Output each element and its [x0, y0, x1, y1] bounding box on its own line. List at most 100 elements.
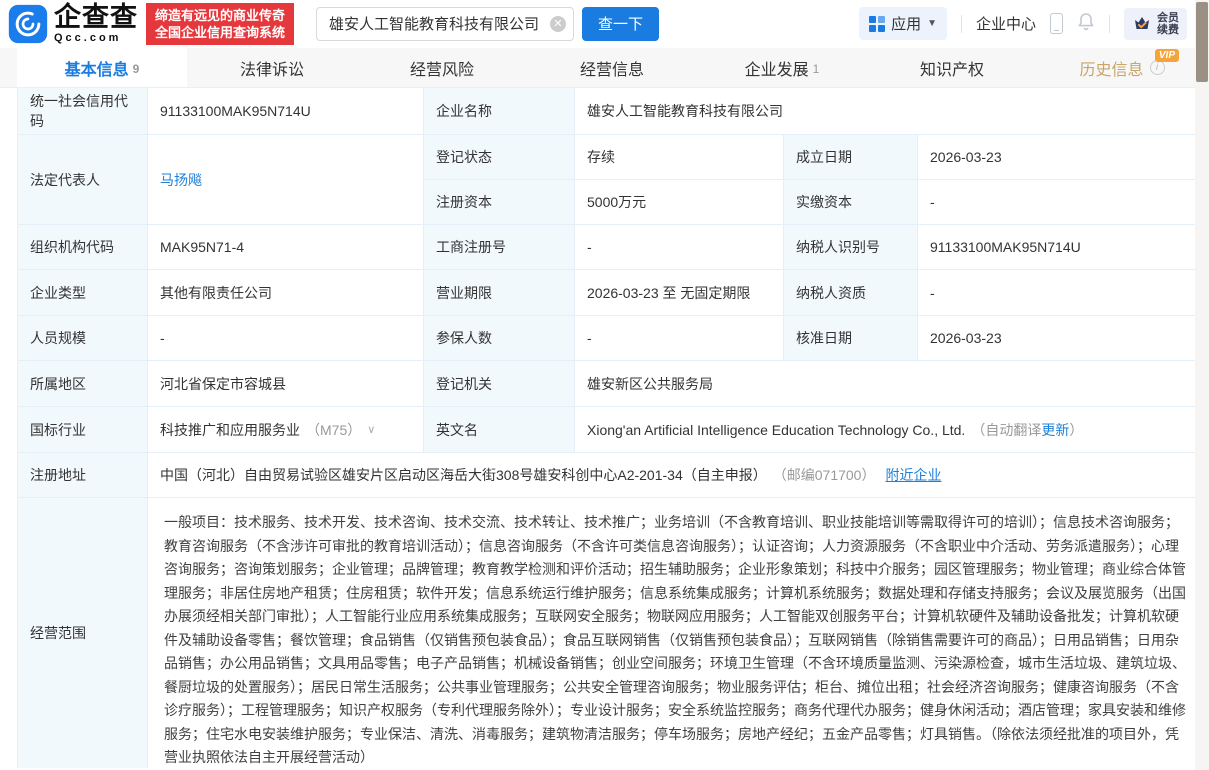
chevron-down-icon[interactable]: ∨ [367, 423, 375, 436]
apps-grid-icon [869, 16, 885, 32]
tab-legal[interactable]: 法律诉讼 [187, 48, 357, 87]
clear-icon[interactable]: ✕ [550, 16, 566, 32]
enterprise-center-link[interactable]: 企业中心 [976, 13, 1036, 34]
table-row: 国标行业 科技推广和应用服务业 （M75） ∨ 英文名 Xiong'an Art… [18, 407, 1206, 453]
table-row: 统一社会信用代码 91133100MAK95N714U 企业名称 雄安人工智能教… [18, 88, 1206, 135]
top-header: 企查查 Qcc.com 缔造有远见的商业传奇 全国企业信用查询系统 ✕ 查一下 … [0, 0, 1209, 47]
divider [1109, 15, 1110, 33]
insured-value: - [575, 316, 784, 360]
brand-text: 企查查 Qcc.com [54, 4, 138, 44]
table-row: 人员规模 - 参保人数 - 核准日期 2026-03-23 [18, 316, 1206, 361]
tab-risk-label: 经营风险 [410, 56, 474, 80]
taxpayer-qual-label: 纳税人资质 [784, 270, 918, 315]
apps-menu-button[interactable]: 应用 ▼ [859, 7, 947, 40]
biz-scope-value: 一般项目：技术服务、技术开发、技术咨询、技术交流、技术转让、技术推广；业务培训（… [148, 498, 1206, 768]
search-button[interactable]: 查一下 [582, 7, 659, 41]
scrollbar-thumb[interactable] [1196, 2, 1208, 82]
vip-flag: VIP [1155, 49, 1179, 62]
staff-size-label: 人员规模 [18, 316, 148, 360]
nearby-companies-link[interactable]: 附近企业 [885, 465, 941, 485]
reg-authority-label: 登记机关 [424, 361, 575, 406]
scrollbar[interactable] [1195, 0, 1209, 770]
address-label: 注册地址 [18, 453, 148, 497]
taxpayer-id-label: 纳税人识别号 [784, 225, 918, 269]
apps-label: 应用 [891, 13, 921, 34]
company-type-value: 其他有限责任公司 [148, 270, 424, 315]
search-box: ✕ [316, 7, 574, 41]
section-tabbar: 基本信息 9 法律诉讼 经营风险 经营信息 企业发展 1 知识产权 VIP 历史… [0, 48, 1209, 88]
notification-bell-icon[interactable] [1077, 12, 1095, 36]
table-row: 法定代表人 马扬飚 登记状态 存续 成立日期 2026-03-23 注册资本 5… [18, 135, 1206, 225]
legal-rep-label: 法定代表人 [18, 135, 148, 224]
vip-renew-label: 会员 续费 [1157, 12, 1179, 36]
biz-reg-no-value: - [575, 225, 784, 269]
tab-development-badge: 1 [813, 62, 820, 76]
industry-name: 科技推广和应用服务业 [160, 420, 300, 440]
staff-size-value: - [148, 316, 424, 360]
divider [961, 15, 962, 33]
mobile-app-icon[interactable] [1050, 13, 1063, 34]
vip-renew-button[interactable]: 会员 续费 [1124, 8, 1187, 40]
org-code-label: 组织机构代码 [18, 225, 148, 269]
info-icon[interactable]: i [1150, 60, 1165, 75]
qcc-logo[interactable]: 企查查 Qcc.com [8, 4, 138, 44]
est-date-label: 成立日期 [784, 135, 918, 179]
search-input[interactable] [316, 7, 574, 41]
basic-info-table: 统一社会信用代码 91133100MAK95N714U 企业名称 雄安人工智能教… [17, 88, 1207, 768]
taxpayer-qual-value: - [918, 270, 1206, 315]
tab-risk[interactable]: 经营风险 [357, 48, 527, 87]
auto-translate-note: （自动翻译 [971, 420, 1041, 440]
slogan-line2: 全国企业信用查询系统 [155, 24, 285, 41]
slogan-line1: 缔造有远见的商业传奇 [155, 7, 285, 24]
biz-scope-label: 经营范围 [18, 498, 148, 768]
vip-badge-icon [1132, 14, 1152, 34]
row2-right: 登记状态 存续 成立日期 2026-03-23 注册资本 5000万元 实缴资本… [424, 135, 1206, 224]
table-row: 注册地址 中国（河北）自由贸易试验区雄安片区启动区海岳大街308号雄安科创中心A… [18, 453, 1206, 498]
industry-label: 国标行业 [18, 407, 148, 452]
industry-cell: 科技推广和应用服务业 （M75） ∨ [148, 407, 424, 452]
credit-code-value: 91133100MAK95N714U [148, 88, 424, 134]
tab-basic-info[interactable]: 基本信息 9 [17, 48, 187, 87]
reg-status-value: 存续 [575, 135, 784, 179]
tab-history-label: 历史信息 [1079, 56, 1143, 80]
company-name-label: 企业名称 [424, 88, 575, 134]
brand-name: 企查查 [54, 4, 138, 31]
tab-ip[interactable]: 知识产权 [867, 48, 1037, 87]
table-row: 企业类型 其他有限责任公司 营业期限 2026-03-23 至 无固定期限 纳税… [18, 270, 1206, 316]
table-subrow: 登记状态 存续 成立日期 2026-03-23 [424, 135, 1206, 180]
table-row: 经营范围 一般项目：技术服务、技术开发、技术咨询、技术交流、技术转让、技术推广；… [18, 498, 1206, 768]
reg-capital-label: 注册资本 [424, 180, 575, 225]
company-name-value: 雄安人工智能教育科技有限公司 [575, 88, 1206, 134]
tab-history[interactable]: VIP 历史信息 i [1037, 48, 1207, 87]
tab-basic-info-badge: 9 [133, 62, 140, 76]
tab-basic-info-label: 基本信息 [65, 56, 129, 80]
reg-authority-value: 雄安新区公共服务局 [575, 361, 1206, 406]
org-code-value: MAK95N71-4 [148, 225, 424, 269]
english-name-value: Xiong'an Artificial Intelligence Educati… [587, 422, 965, 438]
region-label: 所属地区 [18, 361, 148, 406]
legal-rep-link[interactable]: 马扬飚 [160, 170, 202, 190]
region-value: 河北省保定市容城县 [148, 361, 424, 406]
tab-development[interactable]: 企业发展 1 [697, 48, 867, 87]
biz-term-label: 营业期限 [424, 270, 575, 315]
tab-operation-label: 经营信息 [580, 56, 644, 80]
paid-capital-label: 实缴资本 [784, 180, 918, 225]
address-value: 中国（河北）自由贸易试验区雄安片区启动区海岳大街308号雄安科创中心A2-201… [160, 465, 767, 485]
paid-capital-value: - [918, 180, 1206, 225]
insured-label: 参保人数 [424, 316, 575, 360]
tab-operation[interactable]: 经营信息 [527, 48, 697, 87]
reg-capital-value: 5000万元 [575, 180, 784, 225]
translate-update-link[interactable]: 更新 [1041, 420, 1069, 440]
industry-code: （M75） [306, 420, 361, 440]
taxpayer-id-value: 91133100MAK95N714U [918, 225, 1206, 269]
slogan-banner: 缔造有远见的商业传奇 全国企业信用查询系统 [146, 3, 294, 45]
est-date-value: 2026-03-23 [918, 135, 1206, 179]
address-cell: 中国（河北）自由贸易试验区雄安片区启动区海岳大街308号雄安科创中心A2-201… [148, 453, 1206, 497]
company-type-label: 企业类型 [18, 270, 148, 315]
qcc-logo-icon [8, 4, 48, 44]
header-nav: 应用 ▼ 企业中心 会员 续费 [859, 0, 1187, 47]
reg-status-label: 登记状态 [424, 135, 575, 179]
table-subrow: 注册资本 5000万元 实缴资本 - [424, 180, 1206, 225]
address-postcode: （邮编071700） [773, 465, 876, 485]
auto-translate-note-close: ） [1069, 420, 1083, 440]
